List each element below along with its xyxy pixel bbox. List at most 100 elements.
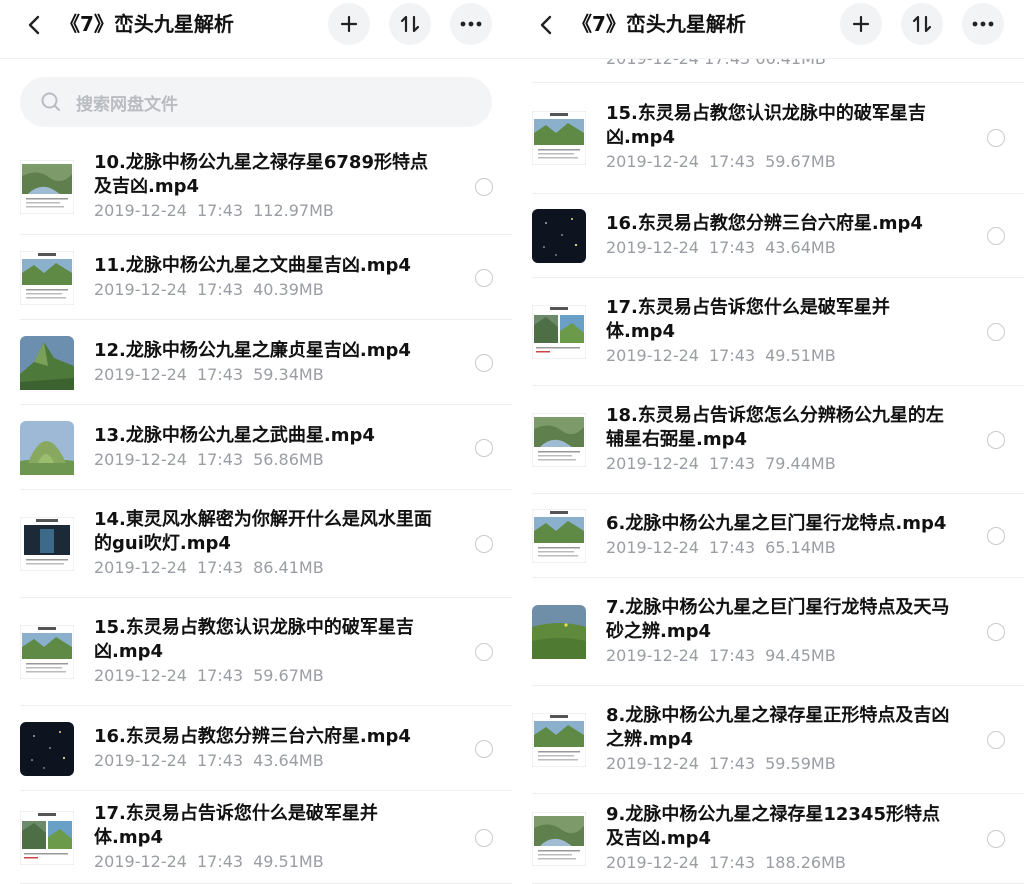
file-size: 94.45MB xyxy=(765,646,836,665)
plus-icon xyxy=(852,15,870,33)
file-date: 2019-12-24 xyxy=(606,538,699,557)
file-time: 17:43 xyxy=(708,346,756,365)
page-title: 《7》峦头九星解析 xyxy=(60,12,234,36)
add-button[interactable] xyxy=(840,3,882,45)
file-row[interactable]: 7.龙脉中杨公九星之巨门星行龙特点及天马砂之辨.mp4 2019-12-24 17:… xyxy=(512,578,1024,686)
select-radio[interactable] xyxy=(475,178,493,196)
back-button[interactable] xyxy=(20,10,50,40)
file-size: 59.59MB xyxy=(765,754,836,773)
video-thumbnail xyxy=(20,517,74,571)
file-time: 17:43 xyxy=(708,853,756,872)
more-button[interactable] xyxy=(962,3,1004,45)
file-meta: 2019-12-24 17:43 59.67MB xyxy=(606,152,846,172)
file-size: 86.41MB xyxy=(253,558,324,577)
file-row[interactable]: 12.龙脉中杨公九星之廉贞星吉凶.mp4 2019-12-24 17:43 59.34… xyxy=(0,320,512,405)
file-date: 2019-12-24 xyxy=(606,346,699,365)
file-date: 2019-12-24 xyxy=(606,454,699,473)
file-meta: 2019-12-24 17:43 56.86MB xyxy=(94,450,334,470)
file-row[interactable]: 16.东灵易占教您分辨三台六府星.mp4 2019-12-24 17:43 43.64… xyxy=(0,706,512,791)
file-time: 17:43 xyxy=(708,152,756,171)
video-thumbnail xyxy=(20,421,74,475)
search-icon xyxy=(41,92,60,111)
video-thumbnail xyxy=(532,605,586,659)
select-radio[interactable] xyxy=(475,439,493,457)
file-name: 16.东灵易占教您分辨三台六府星.mp4 xyxy=(94,726,411,747)
select-radio[interactable] xyxy=(987,323,1005,341)
file-row[interactable]: 17.东灵易占告诉您什么是破军星并体.mp4 2019-12-24 17:43 49.… xyxy=(512,278,1024,386)
file-row[interactable]: 14.東灵风水解密为你解开什么是风水里面的gui吹灯.mp4 2019-12-24… xyxy=(0,490,512,598)
video-thumbnail xyxy=(532,111,586,165)
more-dots-icon xyxy=(460,21,482,27)
video-thumbnail xyxy=(20,722,74,776)
file-time: 17:43 xyxy=(708,238,756,257)
file-date: 2019-12-24 xyxy=(94,201,187,220)
page-title: 《7》峦头九星解析 xyxy=(572,12,746,36)
select-radio[interactable] xyxy=(987,731,1005,749)
file-time: 17:43 xyxy=(196,450,244,469)
file-date: 2019-12-24 xyxy=(94,365,187,384)
file-row[interactable]: 10.龙脉中杨公九星之禄存星6789形特点及吉凶.mp4 2019-12-24 17… xyxy=(0,138,512,235)
file-time: 17:43 xyxy=(708,646,756,665)
file-row[interactable]: 16.东灵易占教您分辨三台六府星.mp4 2019-12-24 17:43 43.64… xyxy=(512,194,1024,278)
search-input[interactable]: 搜索网盘文件 xyxy=(20,77,492,127)
video-thumbnail xyxy=(532,713,586,767)
file-row[interactable]: 8.龙脉中杨公九星之禄存星正形特点及吉凶之辨.mp4 2019-12-24 17:4… xyxy=(512,686,1024,794)
sort-button[interactable] xyxy=(901,3,943,45)
right-pane: 《7》峦头九星解析 2019-12-24 17:43 66.41MB 15.东灵… xyxy=(512,0,1024,884)
select-radio[interactable] xyxy=(987,431,1005,449)
sort-icon xyxy=(912,15,932,33)
file-time: 17:43 xyxy=(708,538,756,557)
video-thumbnail xyxy=(532,509,586,563)
split-screen: 《7》峦头九星解析 搜索网盘文件 10.龙脉中杨公九星之禄存星6789形特点及吉… xyxy=(0,0,1024,884)
select-radio[interactable] xyxy=(475,829,493,847)
select-radio[interactable] xyxy=(475,535,493,553)
file-size: 43.64MB xyxy=(765,238,836,257)
file-meta: 2019-12-24 17:43 86.41MB xyxy=(94,558,334,578)
select-radio[interactable] xyxy=(987,527,1005,545)
more-button[interactable] xyxy=(450,3,492,45)
video-thumbnail xyxy=(532,413,586,467)
file-row[interactable]: 11.龙脉中杨公九星之文曲星吉凶.mp4 2019-12-24 17:43 40.39… xyxy=(0,235,512,320)
file-meta: 2019-12-24 17:43 112.97MB xyxy=(94,201,344,221)
file-meta: 2019-12-24 17:43 59.67MB xyxy=(94,666,334,686)
add-button[interactable] xyxy=(328,3,370,45)
file-size: 188.26MB xyxy=(765,853,846,872)
file-name: 6.龙脉中杨公九星之巨门星行龙特点.mp4 xyxy=(606,513,947,534)
file-row[interactable]: 13.龙脉中杨公九星之武曲星.mp4 2019-12-24 17:43 56.86MB xyxy=(0,405,512,490)
file-size: 56.86MB xyxy=(253,450,324,469)
left-pane: 《7》峦头九星解析 搜索网盘文件 10.龙脉中杨公九星之禄存星6789形特点及吉… xyxy=(0,0,512,884)
file-row[interactable]: 17.东灵易占告诉您什么是破军星并体.mp4 2019-12-24 17:43 49.… xyxy=(0,791,512,884)
select-radio[interactable] xyxy=(987,830,1005,848)
select-radio[interactable] xyxy=(475,740,493,758)
file-row[interactable]: 9.龙脉中杨公九星之禄存星12345形特点及吉凶.mp4 2019-12-24 17… xyxy=(512,794,1024,884)
file-size: 59.67MB xyxy=(765,152,836,171)
file-date: 2019-12-24 xyxy=(94,280,187,299)
select-radio[interactable] xyxy=(475,269,493,287)
file-row[interactable]: 15.东灵易占教您认识龙脉中的破军星吉凶.mp4 2019-12-24 17:43 5… xyxy=(512,82,1024,194)
top-bar: 《7》峦头九星解析 xyxy=(512,0,1024,58)
video-thumbnail xyxy=(20,625,74,679)
file-meta: 2019-12-24 17:43 59.59MB xyxy=(606,754,846,774)
file-time: 17:43 xyxy=(708,754,756,773)
file-row[interactable]: 15.东灵易占教您认识龙脉中的破军星吉凶.mp4 2019-12-24 17:43 5… xyxy=(0,598,512,706)
video-thumbnail xyxy=(532,812,586,866)
select-radio[interactable] xyxy=(987,623,1005,641)
file-name: 17.东灵易占告诉您什么是破军星并体.mp4 xyxy=(94,803,378,848)
file-name: 15.东灵易占教您认识龙脉中的破军星吉凶.mp4 xyxy=(606,103,926,148)
select-radio[interactable] xyxy=(475,643,493,661)
file-date: 2019-12-24 xyxy=(606,238,699,257)
chevron-left-icon xyxy=(540,15,552,35)
file-meta: 2019-12-24 17:43 40.39MB xyxy=(94,280,334,300)
file-size: 59.34MB xyxy=(253,365,324,384)
video-thumbnail xyxy=(532,305,586,359)
file-name: 11.龙脉中杨公九星之文曲星吉凶.mp4 xyxy=(94,255,411,276)
file-row[interactable]: 6.龙脉中杨公九星之巨门星行龙特点.mp4 2019-12-24 17:43 65.1… xyxy=(512,494,1024,578)
select-radio[interactable] xyxy=(987,227,1005,245)
select-radio[interactable] xyxy=(475,354,493,372)
file-name: 17.东灵易占告诉您什么是破军星并体.mp4 xyxy=(606,297,890,342)
select-radio[interactable] xyxy=(987,129,1005,147)
file-name: 18.东灵易占告诉您怎么分辨杨公九星的左辅星右弼星.mp4 xyxy=(606,405,944,450)
file-row[interactable]: 18.东灵易占告诉您怎么分辨杨公九星的左辅星右弼星.mp4 2019-12-24 1… xyxy=(512,386,1024,494)
back-button[interactable] xyxy=(532,10,562,40)
sort-button[interactable] xyxy=(389,3,431,45)
